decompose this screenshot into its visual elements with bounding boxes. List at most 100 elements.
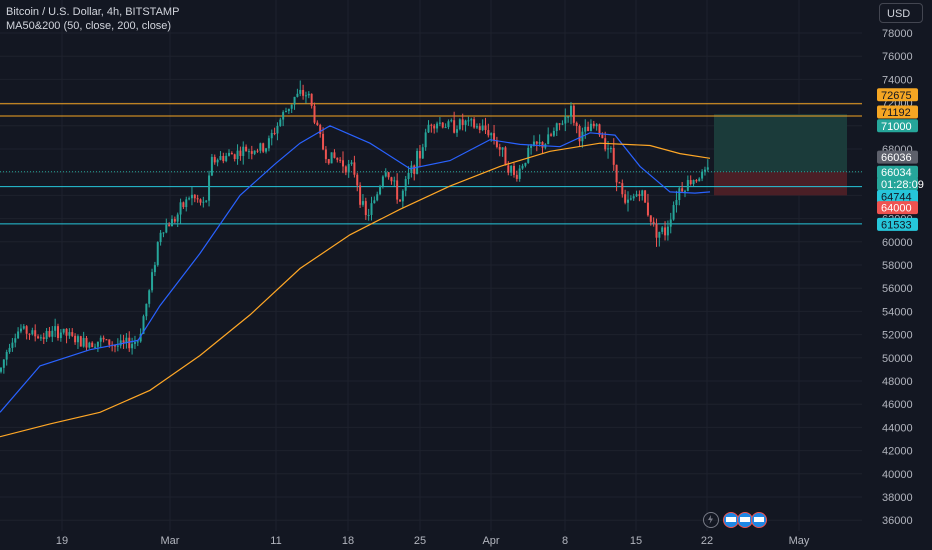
candle: [467, 116, 470, 126]
candle: [219, 151, 222, 161]
candle: [316, 120, 319, 126]
candle: [131, 337, 134, 355]
flag-icon-3[interactable]: [751, 512, 767, 528]
candle: [96, 341, 99, 352]
price-axis[interactable]: 36000 38000 40000 42000 44000 46000 48000 50000…: [862, 0, 932, 550]
candle: [19, 324, 22, 334]
candle: [171, 215, 173, 227]
candle: [421, 143, 424, 159]
candle: [675, 190, 678, 213]
candle: [17, 327, 20, 340]
candle: [370, 196, 373, 221]
candle: [427, 120, 430, 134]
y-tick-label: 40000: [882, 469, 913, 481]
candle: [236, 144, 239, 165]
candle: [527, 145, 530, 164]
candle: [661, 226, 664, 235]
candle: [105, 338, 108, 341]
candle: [458, 118, 461, 131]
candle: [156, 241, 159, 267]
candle: [173, 216, 176, 224]
candle: [327, 158, 330, 165]
candle: [99, 335, 102, 348]
candle: [430, 123, 433, 133]
candle: [270, 129, 273, 146]
candle: [424, 128, 427, 151]
candle: [524, 162, 527, 168]
candle: [344, 165, 347, 176]
candle: [279, 117, 282, 127]
candle: [644, 189, 647, 203]
candle: [612, 138, 615, 171]
candle: [34, 324, 37, 342]
candle: [655, 218, 658, 247]
candle: [151, 268, 154, 293]
y-tick-label: 58000: [882, 260, 913, 272]
price-label: 66034: [877, 165, 918, 179]
candle: [208, 170, 211, 207]
y-tick-label: 36000: [882, 515, 913, 527]
svg-text:71192: 71192: [881, 107, 911, 119]
x-tick-label: 15: [630, 535, 642, 547]
candle: [581, 127, 584, 148]
candle: [39, 334, 42, 341]
candle: [282, 110, 285, 127]
candle: [304, 91, 307, 104]
candle: [495, 136, 498, 149]
price-label: 01:28:09: [877, 177, 924, 191]
candle: [111, 341, 114, 352]
candle: [493, 124, 496, 145]
candle: [247, 148, 250, 159]
candle: [416, 148, 419, 175]
candle: [413, 164, 416, 181]
candle: [228, 149, 230, 157]
symbol-title[interactable]: Bitcoin / U.S. Dollar, 4h, BITSTAMP: [6, 5, 179, 19]
time-axis[interactable]: 19 Mar 11 18 25 Apr 8 15 22 May: [0, 531, 932, 550]
candle: [145, 303, 148, 321]
candle: [253, 150, 256, 156]
candle: [296, 88, 299, 98]
candle: [79, 335, 82, 347]
candle: [589, 119, 592, 132]
lightning-icon[interactable]: [703, 512, 719, 528]
candle: [410, 160, 413, 178]
candle: [182, 201, 185, 209]
position-tool[interactable]: [714, 114, 847, 196]
candle: [598, 123, 601, 137]
candle: [484, 117, 487, 135]
candle: [190, 186, 193, 206]
svg-text:64000: 64000: [881, 203, 912, 215]
candle: [273, 127, 276, 136]
candle: [339, 157, 342, 163]
candle: [330, 152, 333, 164]
candle: [615, 164, 618, 192]
candle: [703, 166, 706, 176]
currency-button[interactable]: USD: [879, 3, 923, 23]
x-tick-label: May: [789, 535, 810, 547]
candle: [436, 121, 439, 133]
price-label: 64000: [877, 201, 918, 215]
svg-text:72675: 72675: [881, 90, 912, 102]
candle: [701, 169, 704, 182]
candle: [478, 123, 481, 134]
price-label: 61533: [877, 217, 918, 231]
candle: [572, 104, 575, 126]
chart-legend: Bitcoin / U.S. Dollar, 4h, BITSTAMP MA50…: [6, 5, 179, 33]
candle: [159, 230, 162, 246]
candle: [361, 194, 364, 207]
candle: [162, 232, 165, 238]
candle: [114, 344, 116, 353]
candle: [587, 121, 590, 132]
candle: [627, 191, 629, 212]
candle: [632, 193, 635, 201]
svg-text:71000: 71000: [881, 121, 912, 133]
candle: [5, 349, 8, 366]
indicator-title[interactable]: MA50&200 (50, close, 200, close): [6, 19, 179, 33]
candle: [518, 164, 521, 182]
candle: [379, 184, 382, 196]
chart-canvas[interactable]: 36000 38000 40000 42000 44000 46000 48000 50000…: [0, 0, 932, 550]
candle: [310, 93, 313, 109]
x-tick-label: 25: [414, 535, 426, 547]
candle: [302, 84, 305, 100]
candle: [638, 190, 641, 202]
